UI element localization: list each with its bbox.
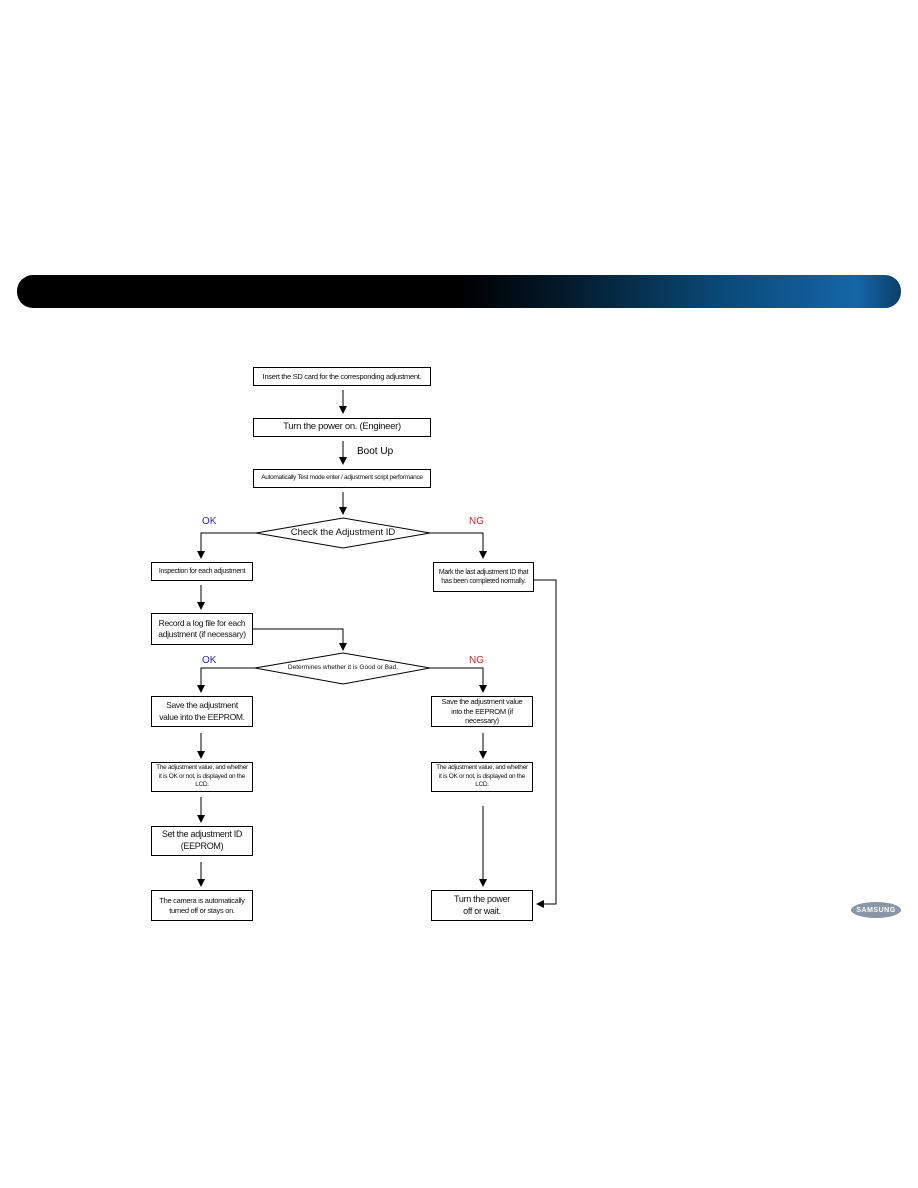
ng-label: NG — [469, 516, 484, 527]
arrow — [430, 667, 487, 693]
step-set-id: Set the adjustment ID (EEPROM) — [151, 826, 253, 856]
decision-check-id-label: Check the Adjustment ID — [290, 527, 396, 538]
step-display-ng: The adjustment value, and whether it is … — [431, 762, 533, 792]
step-power-on: Turn the power on. (Engineer) — [253, 418, 431, 437]
ng-label: NG — [469, 655, 484, 666]
step-save-ng: Save the adjustment value into the EEPRO… — [431, 696, 533, 727]
step-record-log: Record a log file for each adjustment (i… — [151, 613, 253, 645]
arrow — [197, 667, 255, 693]
arrow — [252, 628, 347, 651]
arrow — [430, 532, 487, 559]
arrow-loop — [533, 579, 557, 908]
step-inspection: Inspection for each adjustment — [151, 562, 253, 581]
decision-good-bad-label: Determines whether it is Good or Bad. — [287, 664, 399, 671]
step-auto-test: Automatically Test mode enter / adjustme… — [253, 469, 431, 488]
step-save-ok: Save the adjustment value into the EEPRO… — [151, 696, 253, 727]
step-camera-off: The camera is automatically turned off o… — [151, 890, 253, 921]
step-insert-sd: Insert the SD card for the corresponding… — [253, 367, 431, 386]
step-mark-last: Mark the last adjustment ID that has bee… — [433, 562, 534, 592]
step-display-ok: The adjustment value, and whether it is … — [151, 762, 253, 792]
samsung-logo: SAMSUNG — [851, 902, 901, 918]
ok-label: OK — [202, 516, 217, 527]
boot-up-label: Boot Up — [357, 446, 394, 457]
ok-label: OK — [202, 655, 217, 666]
arrow — [197, 532, 256, 559]
flowchart-connectors — [197, 390, 557, 908]
step-power-off: Turn the power off or wait. — [431, 890, 533, 921]
